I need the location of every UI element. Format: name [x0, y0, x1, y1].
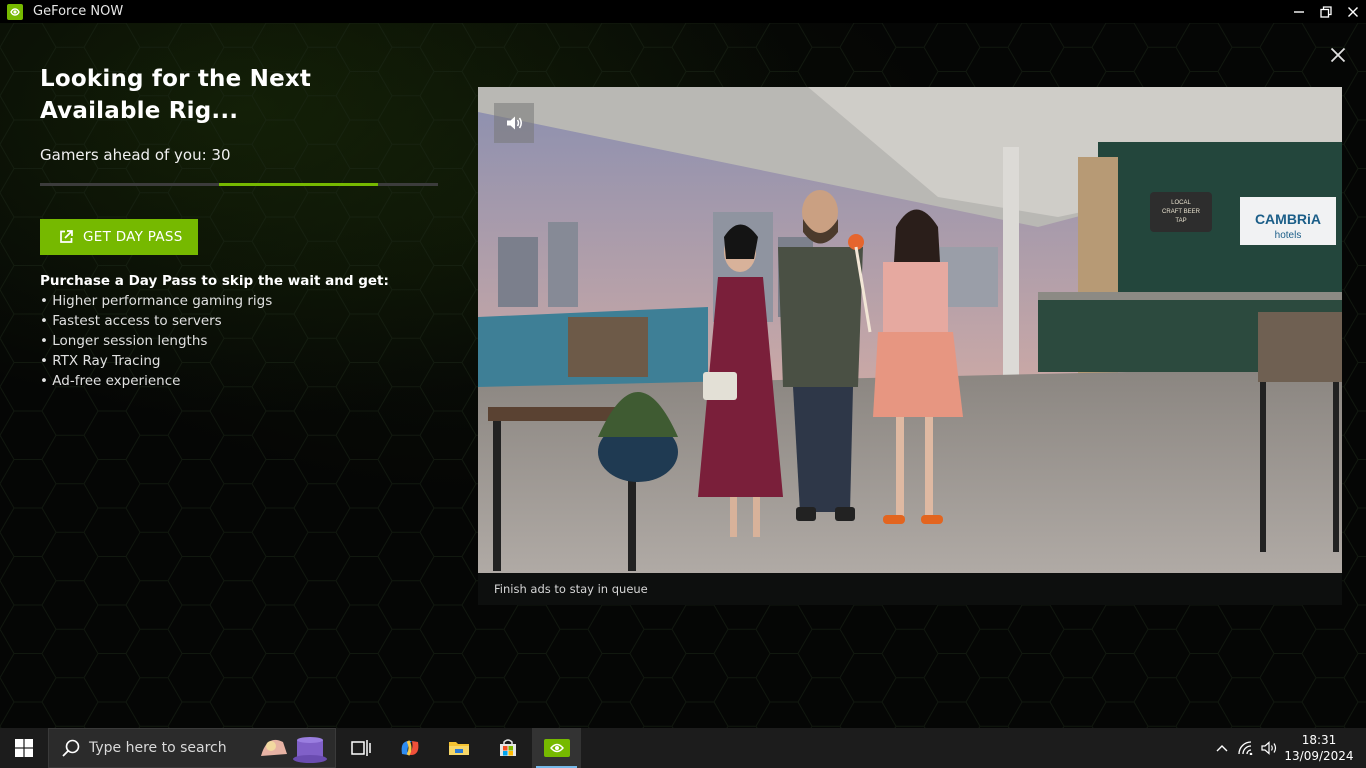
chalk-sign-line-2: CRAFT BEER — [1162, 209, 1201, 215]
queue-progress-bar — [40, 183, 438, 186]
window-title: GeForce NOW — [33, 4, 124, 19]
volume-button[interactable] — [1258, 728, 1282, 768]
search-highlight-icon — [261, 737, 327, 763]
copilot-button[interactable] — [385, 728, 434, 768]
network-button[interactable] — [1234, 728, 1258, 768]
file-explorer-button[interactable] — [434, 728, 483, 768]
task-view-icon — [350, 740, 371, 756]
copilot-icon — [401, 740, 418, 756]
minimize-button[interactable] — [1285, 0, 1312, 23]
ad-video[interactable]: CAMBRiA hotels LOCAL CRAFT BEER TAP — [478, 87, 1342, 573]
clock-date: 13/09/2024 — [1284, 749, 1354, 763]
minimize-icon — [1293, 10, 1304, 13]
taskbar: Type here to search 18:31 13/09/2024 — [0, 728, 1366, 768]
folder-icon — [448, 742, 469, 755]
system-tray: 18:31 13/09/2024 — [1210, 728, 1366, 768]
cambria-logo: CAMBRiA — [1255, 211, 1321, 227]
windows-icon — [15, 739, 33, 757]
benefit-item: Longer session lengths — [40, 331, 389, 351]
volume-icon — [1261, 741, 1277, 755]
clock[interactable]: 18:31 13/09/2024 — [1282, 732, 1356, 764]
geforce-now-icon — [543, 739, 570, 757]
day-pass-benefits: Purchase a Day Pass to skip the wait and… — [40, 271, 389, 391]
benefits-title: Purchase a Day Pass to skip the wait and… — [40, 273, 389, 289]
external-link-icon — [58, 229, 74, 245]
close-queue-button[interactable] — [1326, 43, 1350, 67]
search-icon — [62, 739, 80, 757]
queue-position: Gamers ahead of you: 30 — [40, 146, 231, 164]
close-window-button[interactable] — [1339, 0, 1366, 23]
close-icon — [1347, 6, 1358, 17]
restore-button[interactable] — [1312, 0, 1339, 23]
hotels-sub-label: hotels — [1275, 230, 1302, 241]
get-day-pass-button[interactable]: GET DAY PASS — [40, 219, 198, 255]
queue-progress-fill — [219, 183, 379, 186]
chevron-up-icon — [1216, 745, 1228, 752]
task-view-button[interactable] — [336, 728, 385, 768]
mute-button[interactable] — [494, 103, 534, 143]
network-icon — [1238, 741, 1253, 755]
search-placeholder: Type here to search — [89, 740, 227, 756]
show-hidden-icons-button[interactable] — [1210, 728, 1234, 768]
geforce-now-taskbar-button[interactable] — [532, 728, 581, 768]
chalk-sign-line-3: TAP — [1175, 218, 1186, 224]
store-icon — [499, 739, 516, 756]
close-icon — [1330, 47, 1346, 63]
ad-video-frame: CAMBRiA hotels LOCAL CRAFT BEER TAP — [478, 87, 1342, 573]
chalk-sign-line-1: LOCAL — [1171, 200, 1191, 206]
page-title: Looking for the Next Available Rig... — [40, 66, 312, 124]
speaker-icon — [507, 116, 522, 130]
geforce-now-icon — [7, 3, 23, 20]
clock-time: 18:31 — [1301, 733, 1337, 747]
benefit-item: Fastest access to servers — [40, 311, 389, 331]
benefit-item: Ad-free experience — [40, 371, 389, 391]
restore-icon — [1319, 5, 1332, 18]
benefit-item: Higher performance gaming rigs — [40, 291, 389, 311]
microsoft-store-button[interactable] — [483, 728, 532, 768]
video-caption: Finish ads to stay in queue — [478, 573, 1342, 605]
start-button[interactable] — [0, 728, 48, 768]
day-pass-label: GET DAY PASS — [83, 229, 183, 245]
queue-screen: Looking for the Next Available Rig... Ga… — [0, 23, 1366, 728]
benefit-item: RTX Ray Tracing — [40, 351, 389, 371]
title-bar: GeForce NOW — [0, 0, 1366, 23]
taskbar-search[interactable]: Type here to search — [48, 728, 336, 768]
